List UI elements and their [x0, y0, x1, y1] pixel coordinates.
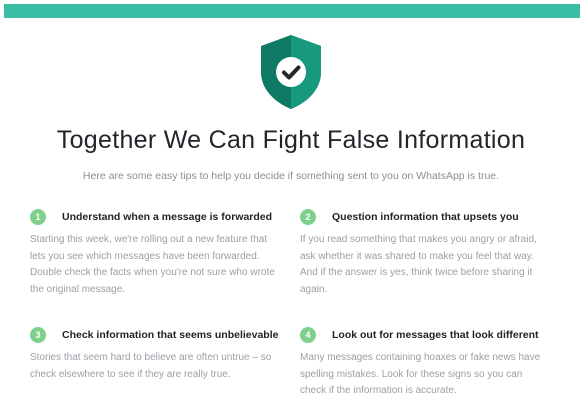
tip-title: Understand when a message is forwarded — [62, 211, 273, 223]
tip-title: Question information that upsets you — [332, 211, 519, 223]
tip-number-badge: 3 — [30, 327, 46, 343]
tip-title: Look out for messages that look differen… — [332, 329, 539, 341]
page-subtitle: Here are some easy tips to help you deci… — [82, 170, 500, 182]
tip-look-different: 4 Look out for messages that look differ… — [300, 326, 550, 400]
tip-header: 3 Check information that seems unbelieva… — [30, 326, 290, 344]
tip-body: Stories that seem hard to believe are of… — [30, 352, 272, 380]
tip-title: Check information that seems unbelievabl… — [62, 329, 279, 341]
tip-body: If you read something that makes you ang… — [300, 234, 537, 295]
tip-number-badge: 2 — [300, 209, 316, 225]
tip-body: Starting this week, we're rolling out a … — [30, 234, 275, 295]
tip-number-badge: 1 — [30, 209, 46, 225]
tip-header: 4 Look out for messages that look differ… — [300, 326, 550, 344]
tip-number-badge: 4 — [300, 327, 316, 343]
tip-upsets: 2 Question information that upsets you I… — [300, 208, 550, 298]
tip-forwarded: 1 Understand when a message is forwarded… — [30, 208, 280, 298]
tip-header: 2 Question information that upsets you — [300, 208, 550, 226]
tip-unbelievable: 3 Check information that seems unbelieva… — [30, 326, 290, 383]
shield-check-icon — [261, 35, 321, 109]
tip-body: Many messages containing hoaxes or fake … — [300, 352, 541, 396]
top-accent-bar — [4, 4, 580, 18]
page-title: Together We Can Fight False Information — [56, 126, 526, 154]
tip-header: 1 Understand when a message is forwarded — [30, 208, 280, 226]
